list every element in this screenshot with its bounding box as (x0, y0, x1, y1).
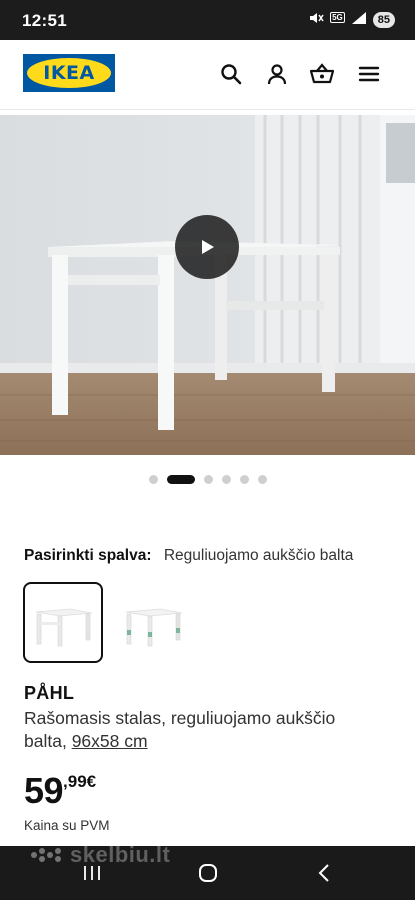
user-icon[interactable] (264, 61, 290, 87)
product-description: Rašomasis stalas, reguliuojamo aukščio b… (24, 707, 384, 753)
logo-oval: IKEA (27, 58, 111, 88)
product-color: balta, (24, 731, 67, 751)
carousel-dots (0, 474, 415, 484)
basket-icon[interactable] (309, 61, 335, 87)
play-video-button[interactable] (175, 215, 239, 279)
product-price: 59,99€ (24, 770, 96, 812)
site-header: IKEA (0, 40, 415, 110)
color-value: Reguliuojamo aukščio balta (163, 547, 354, 564)
home-icon (199, 864, 217, 882)
product-photo (0, 115, 415, 455)
product-name: PÅHL (24, 683, 75, 703)
product-size-link[interactable]: 96x58 cm (72, 731, 148, 751)
battery-indicator: 85 (372, 12, 395, 28)
variant-thumbnail (125, 608, 183, 646)
carousel-dot[interactable] (221, 474, 231, 484)
back-icon (318, 864, 329, 882)
carousel-dot[interactable] (239, 474, 249, 484)
ikea-logo[interactable]: IKEA (23, 54, 115, 92)
home-button[interactable] (188, 860, 228, 886)
logo-text: IKEA (43, 62, 95, 84)
carousel-dot-active[interactable] (166, 474, 195, 484)
back-button[interactable] (304, 860, 344, 886)
signal-icon (351, 11, 367, 30)
product-image[interactable] (0, 115, 415, 455)
variant-thumbnail (35, 608, 93, 646)
status-icons: 5G 85 (308, 11, 395, 29)
watermark: skelbiu.lt (30, 840, 170, 870)
color-selection: Pasirinkti spalva: Reguliuojamo aukščio … (24, 547, 353, 565)
menu-icon[interactable] (356, 61, 382, 87)
network-badge: 5G (330, 11, 345, 23)
mute-icon (308, 10, 324, 31)
vat-note: Kaina su PVM (24, 818, 110, 833)
color-variant-white[interactable] (23, 582, 103, 663)
carousel-dot[interactable] (203, 474, 213, 484)
color-label: Pasirinkti spalva: (24, 547, 152, 564)
price-integer: 59 (24, 770, 64, 811)
price-decimal: ,99€ (63, 772, 97, 791)
search-icon[interactable] (218, 61, 244, 87)
watermark-dots-icon (31, 848, 61, 862)
product-type: Rašomasis stalas, reguliuojamo aukščio (24, 708, 336, 728)
carousel-dot[interactable] (148, 474, 158, 484)
color-variant-white-green[interactable] (113, 582, 193, 663)
carousel-dot[interactable] (257, 474, 267, 484)
status-bar: 12:51 5G 85 (0, 0, 415, 40)
play-icon (202, 240, 214, 254)
watermark-text: skelbiu.lt (70, 842, 171, 867)
status-time: 12:51 (22, 11, 67, 30)
